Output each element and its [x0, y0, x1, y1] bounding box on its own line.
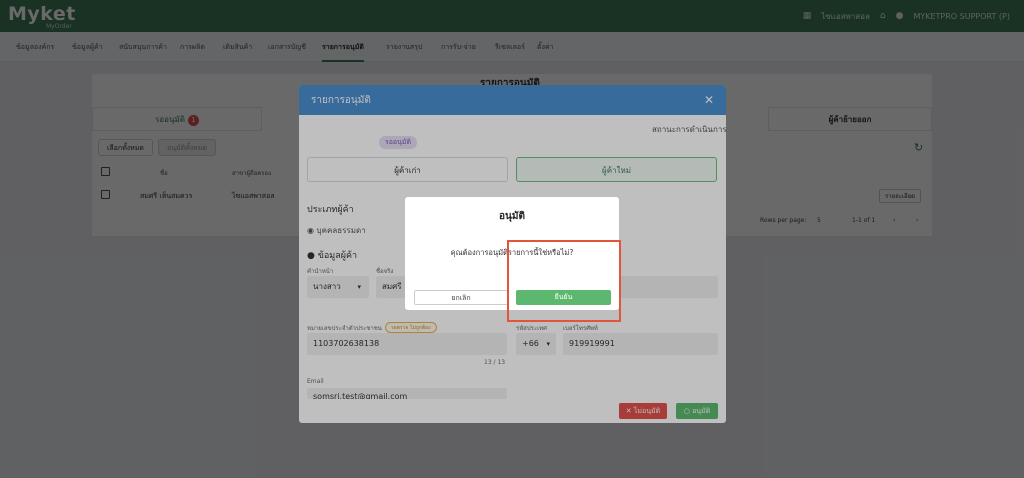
confirm-title: อนุมัติ — [499, 211, 525, 222]
highlight-box — [507, 240, 621, 322]
cancel-button[interactable]: ยกเลิก — [414, 290, 508, 305]
